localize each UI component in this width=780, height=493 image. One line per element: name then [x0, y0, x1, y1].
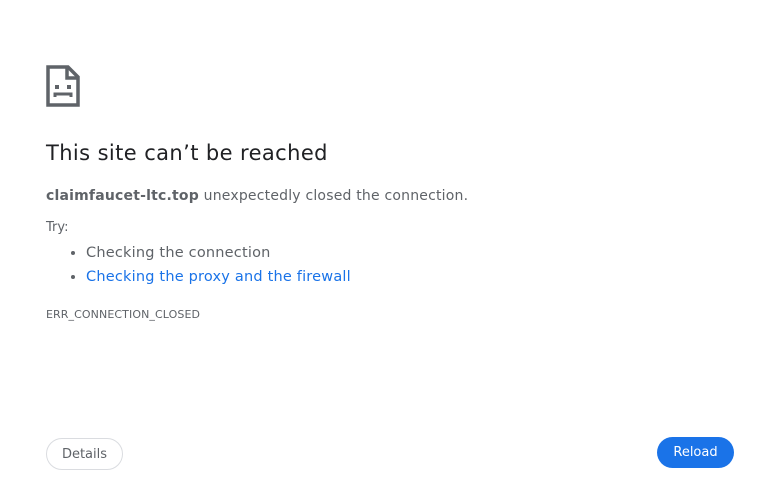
suggestion-check-connection: Checking the connection — [86, 241, 351, 265]
error-summary: claimfaucet-ltc.top unexpectedly closed … — [46, 188, 468, 204]
suggestions-list: Checking the connection Checking the pro… — [46, 241, 351, 289]
try-label: Try: — [46, 220, 69, 235]
error-code: ERR_CONNECTION_CLOSED — [46, 308, 201, 321]
suggestion-check-proxy-firewall[interactable]: Checking the proxy and the firewall — [86, 265, 351, 289]
page-title: This site can’t be reached — [46, 141, 328, 165]
proxy-firewall-link[interactable]: Checking the proxy and the firewall — [86, 269, 351, 285]
details-button[interactable]: Details — [46, 438, 123, 470]
error-page: This site can’t be reached claimfaucet-l… — [0, 0, 780, 493]
site-host: claimfaucet-ltc.top — [46, 188, 199, 204]
sad-page-icon — [46, 65, 80, 107]
summary-message: unexpectedly closed the connection. — [198, 188, 469, 204]
reload-button[interactable]: Reload — [657, 437, 734, 468]
